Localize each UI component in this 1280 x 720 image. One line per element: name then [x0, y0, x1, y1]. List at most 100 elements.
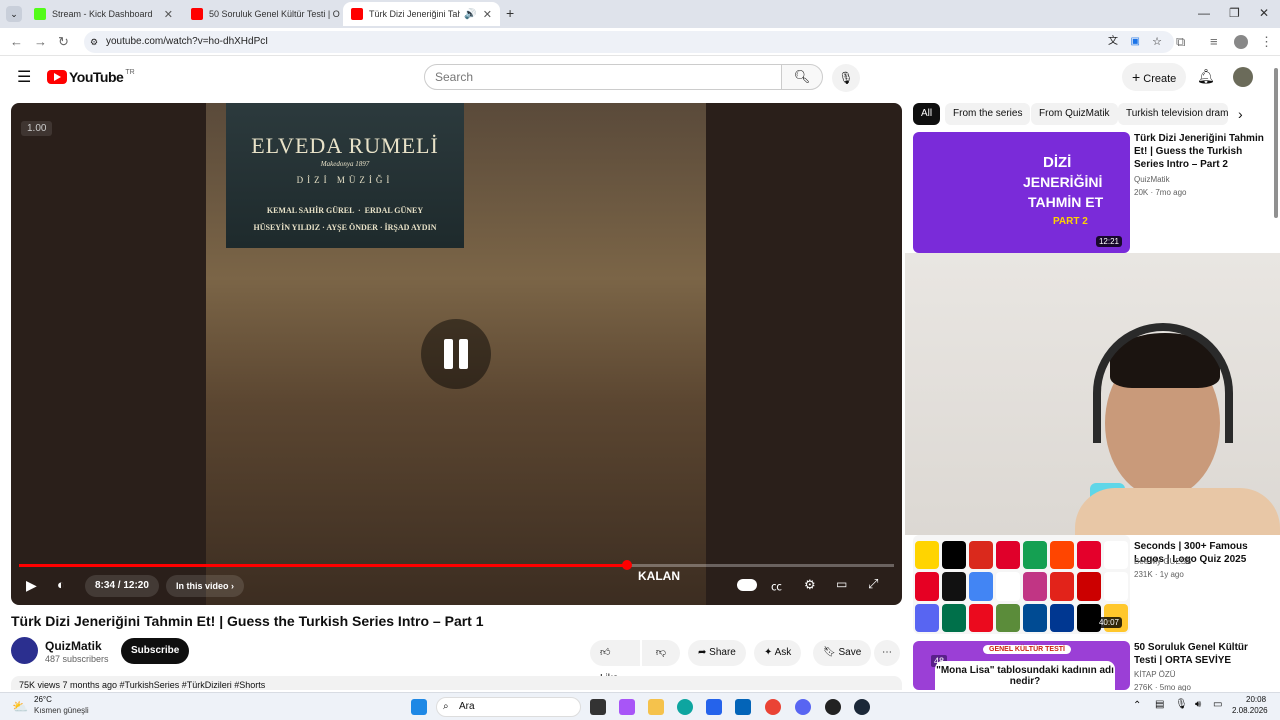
channel-name[interactable]: QuizMatik [45, 639, 102, 653]
tab-kick-dashboard[interactable]: Stream - Kick Dashboard ✕ [26, 2, 181, 26]
channel-name[interactable]: KİTAP ÖZÜ [1134, 670, 1176, 679]
chip-from-quizmatik[interactable]: From QuizMatik [1031, 103, 1118, 125]
search-input[interactable]: Search [424, 64, 782, 90]
video-title[interactable]: 50 Soruluk Genel Kültür Testi | ORTA SEV… [1134, 641, 1264, 667]
share-button[interactable]: ➦ Share [688, 640, 746, 666]
scrollbar-thumb[interactable] [1274, 68, 1278, 218]
volume-icon[interactable]: ◐ [57, 577, 65, 592]
sparkle-icon: ✦ [764, 647, 773, 658]
like-button[interactable]: 👍︎ Like [590, 640, 640, 684]
hamburger-menu-icon[interactable]: ☰ [17, 67, 31, 87]
weather-icon[interactable]: ⛅ [12, 699, 28, 715]
tab-turk-dizi[interactable]: Türk Dizi Jeneriğini Tahmin 🔊 ✕ [343, 2, 500, 26]
youtube-header: ☰ YouTube TR Search 🔍︎ 🎙︎ + Create 🔔︎ [0, 56, 1280, 98]
file-explorer-icon[interactable] [648, 699, 664, 715]
close-tab-icon[interactable]: ✕ [158, 8, 173, 21]
video-title[interactable]: Türk Dizi Jeneriğini Tahmin Et! | Guess … [1134, 132, 1264, 171]
chrome-icon[interactable] [765, 699, 781, 715]
channel-name[interactable]: QuizMatik [1134, 175, 1170, 184]
autoplay-toggle[interactable] [737, 579, 757, 591]
microphone-tray-icon[interactable]: 🎙︎ [1175, 699, 1188, 710]
video-player[interactable]: 1.00 ELVEDA RUMELİ Makedonya 1897 DİZİ M… [11, 103, 902, 605]
edge-icon[interactable] [677, 699, 693, 715]
views: 231K [1134, 570, 1153, 579]
youtube-logo[interactable]: YouTube TR [47, 69, 135, 85]
speaker-icon[interactable]: 🔊︎ [1195, 699, 1201, 710]
progress-bar[interactable] [19, 560, 894, 570]
clock-date[interactable]: 2.08.2026 [1232, 706, 1268, 715]
chapter-button[interactable]: In this video › [166, 575, 245, 597]
forward-icon[interactable]: → [34, 34, 47, 49]
copilot-icon[interactable] [619, 699, 635, 715]
search-button[interactable]: 🔍︎ [781, 64, 823, 90]
reload-icon[interactable]: ↻ [58, 34, 69, 50]
video-stats: 276K · 5mo ago [1134, 683, 1191, 691]
ask-button[interactable]: ✦ Ask [754, 640, 802, 666]
account-avatar[interactable] [1233, 67, 1253, 87]
save-label: Save [838, 647, 862, 658]
tab-genel-kultur[interactable]: 50 Soruluk Genel Kültür Testi | O ✕ [183, 2, 343, 26]
captions-icon[interactable]: ㏄ [771, 578, 782, 594]
outlook-icon[interactable] [735, 699, 751, 715]
poster-caption: DİZİ MÜZİĞİ [296, 175, 394, 185]
fullscreen-icon[interactable]: ⤢ [868, 576, 878, 592]
media-controls-icon[interactable]: ≡ [1210, 34, 1218, 49]
close-tab-icon[interactable]: ✕ [477, 8, 492, 21]
channel-avatar[interactable] [11, 637, 38, 664]
cast-icon[interactable]: ▣ [1131, 31, 1140, 53]
site-info-icon[interactable]: ⚙ [90, 31, 98, 53]
windows-start-icon[interactable] [411, 699, 427, 715]
chip-turkish-drama[interactable]: Turkish television dram [1118, 103, 1228, 125]
battery-icon[interactable]: ▭ [1213, 699, 1222, 710]
create-button[interactable]: + Create [1122, 63, 1187, 91]
chip-from-series[interactable]: From the series [945, 103, 1031, 125]
tab-list-dropdown[interactable]: ⌄ [6, 6, 22, 22]
clock-time[interactable]: 20:08 [1246, 695, 1266, 704]
settings-gear-icon[interactable]: ⚙ [804, 577, 816, 593]
restore-icon[interactable]: ❐ [1229, 6, 1240, 20]
new-tab-button[interactable]: + [506, 5, 514, 21]
browser-menu-icon[interactable]: ⋮ [1260, 34, 1273, 50]
create-label: Create [1143, 73, 1177, 85]
extensions-icon[interactable]: ⧉ [1176, 34, 1185, 50]
steam-icon[interactable] [854, 699, 870, 715]
voice-search-button[interactable]: 🎙︎ [832, 64, 860, 92]
pause-overlay-icon[interactable] [421, 319, 491, 389]
video-thumbnail[interactable]: DİZİ JENERİĞİNİ TAHMİN ET PART 2 12:21 [913, 132, 1130, 253]
description-box[interactable]: 75K views 7 months ago #TurkishSeries #T… [11, 676, 902, 690]
save-button[interactable]: 🔖︎ Save [813, 640, 872, 666]
close-window-icon[interactable]: ✕ [1259, 6, 1269, 20]
discord-icon[interactable] [795, 699, 811, 715]
series-poster: ELVEDA RUMELİ Makedonya 1897 DİZİ MÜZİĞİ… [226, 103, 464, 248]
dislike-button[interactable]: 👎︎ [642, 640, 680, 666]
chip-all[interactable]: All [913, 103, 941, 125]
url-field[interactable]: ⚙ youtube.com/watch?v=ho-dhXHdPcI 文 ▣ ☆ [84, 31, 1174, 53]
profile-avatar[interactable] [1234, 35, 1248, 49]
taskbar-search[interactable]: ⌕ Ara [436, 697, 581, 717]
audio-playing-icon[interactable]: 🔊 [464, 9, 476, 20]
minimize-icon[interactable]: — [1198, 6, 1210, 20]
video-thumbnail[interactable]: 48 GENEL KÜLTÜR TESTİ "Mona Lisa" tablos… [913, 641, 1130, 690]
play-icon[interactable]: ▶ [26, 577, 37, 594]
thumb-text: TAHMİN ET [1028, 194, 1104, 210]
bookmark-star-icon[interactable]: ☆ [1152, 31, 1162, 53]
chips-next-chevron-icon[interactable]: › [1238, 106, 1243, 122]
video-thumbnail[interactable]: 40:07 [913, 535, 1130, 634]
theater-mode-icon[interactable]: ▭ [836, 577, 847, 591]
share-icon: ➦ [698, 647, 707, 658]
credit: ERDAL GÜNEY [364, 206, 424, 215]
notifications-bell-icon[interactable]: 🔔︎ [1197, 68, 1215, 85]
channel-name[interactable]: Bee My GUESS [1134, 557, 1191, 566]
obs-icon[interactable] [825, 699, 841, 715]
back-icon[interactable]: ← [10, 34, 23, 49]
page-scrollbar[interactable] [1272, 60, 1280, 690]
tray-chevron-icon[interactable]: ⌃ [1133, 700, 1141, 711]
task-view-icon[interactable] [590, 699, 606, 715]
subscribe-button[interactable]: Subscribe [121, 638, 190, 664]
headphones [1093, 323, 1233, 443]
store-icon[interactable] [706, 699, 722, 715]
translate-icon[interactable]: 文 [1108, 31, 1118, 53]
address-bar-row: ← → ↻ ⚙ youtube.com/watch?v=ho-dhXHdPcI … [0, 28, 1280, 56]
network-icon[interactable]: ▤ [1155, 699, 1164, 710]
more-actions-button[interactable]: ⋯ [874, 640, 900, 666]
